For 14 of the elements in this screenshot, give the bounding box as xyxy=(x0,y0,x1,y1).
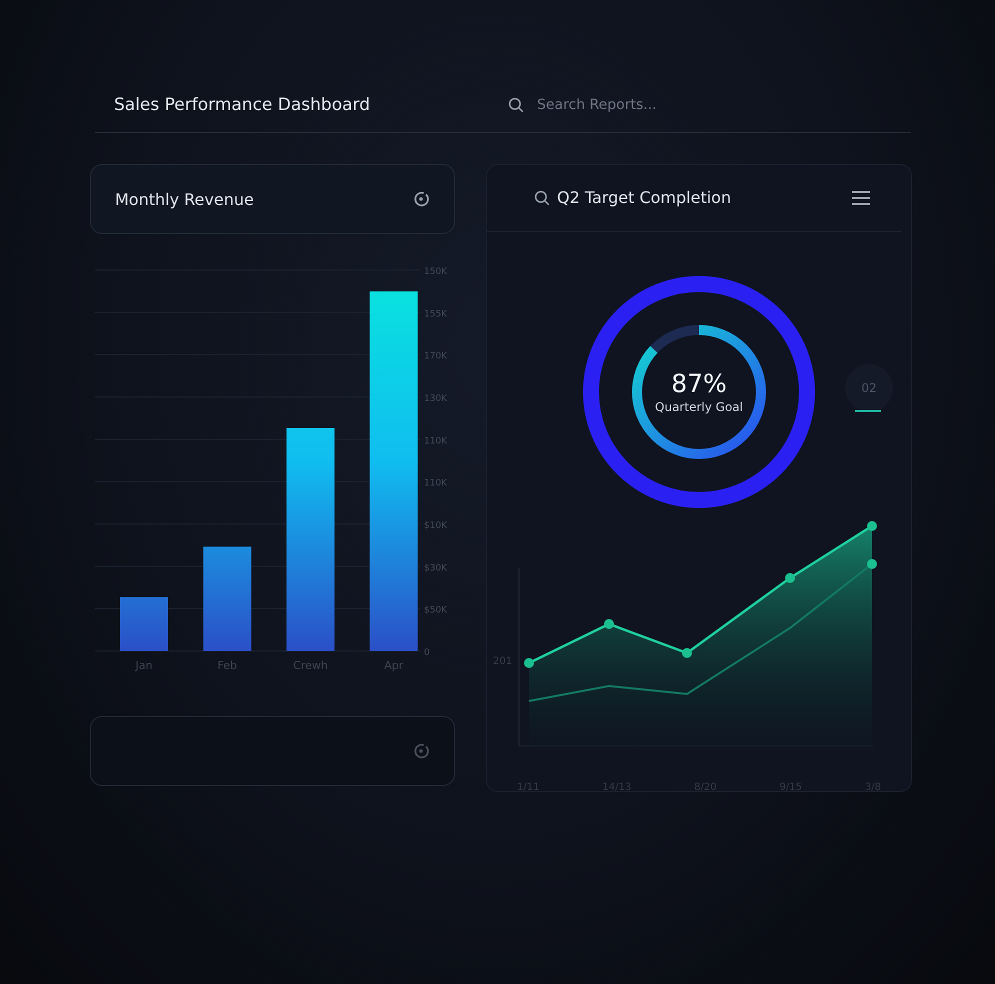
revenue-bar xyxy=(120,597,168,651)
percent-caption: Quarterly Goal xyxy=(655,400,743,414)
panel-title: Q2 Target Completion xyxy=(557,188,732,208)
axis-category-label: Jan xyxy=(136,659,152,672)
dashboard-title: Sales Performance Dashboard xyxy=(114,95,372,115)
badge-underline xyxy=(855,410,881,412)
quarter-badge: 02 xyxy=(845,364,893,412)
percent-value: 87% xyxy=(671,369,727,398)
search-icon xyxy=(533,188,551,207)
card-title: Monthly Revenue xyxy=(115,190,254,208)
menu-icon[interactable] xyxy=(851,190,871,206)
refresh-icon[interactable] xyxy=(412,190,430,208)
search-icon xyxy=(507,96,525,114)
search-field[interactable]: Search Reports... xyxy=(535,96,739,114)
